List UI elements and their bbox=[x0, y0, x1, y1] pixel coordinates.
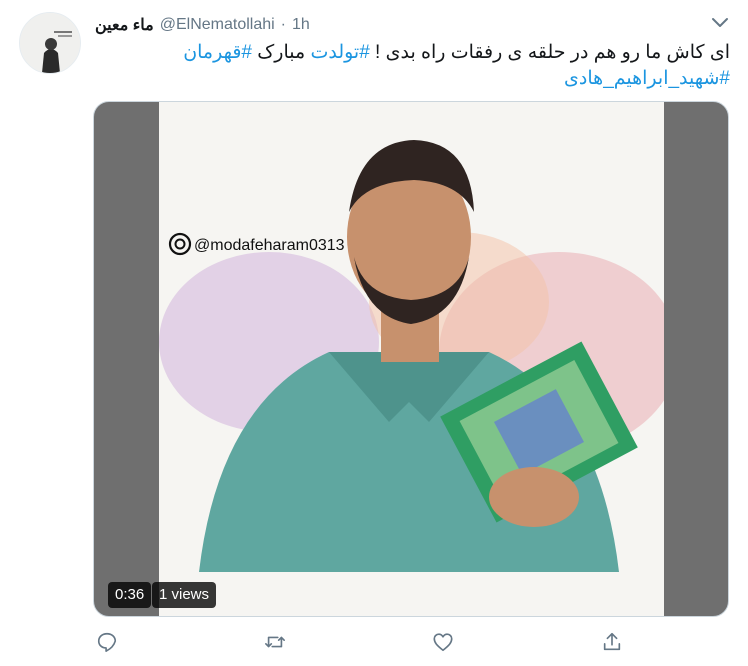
user-handle[interactable]: @ElNematollahi bbox=[160, 16, 275, 34]
watermark-text: @modafeharam0313 bbox=[194, 237, 345, 254]
video-duration-badge: 0:36 bbox=[108, 582, 152, 608]
tweet-text: ای کاش ما رو هم در حلقه ی رفقات راه بدی … bbox=[95, 40, 730, 92]
chevron-down-icon bbox=[712, 18, 728, 27]
share-button[interactable] bbox=[598, 628, 626, 656]
retweet-button[interactable] bbox=[261, 628, 289, 656]
timestamp[interactable]: 1h bbox=[292, 16, 310, 34]
avatar-image bbox=[20, 13, 80, 73]
hashtag-link[interactable]: #تولدت bbox=[310, 42, 369, 63]
reply-button[interactable] bbox=[93, 628, 121, 656]
share-icon bbox=[603, 632, 621, 651]
tweet-text-line-2: #شهید_ابراهیم_هادی bbox=[95, 66, 730, 92]
view-count-badge: 1 views bbox=[152, 582, 217, 608]
reply-icon bbox=[97, 632, 117, 652]
hashtag-link[interactable]: #قهرمان bbox=[183, 42, 252, 63]
separator-dot: · bbox=[280, 16, 286, 33]
hashtag-link[interactable]: #شهید_ابراهیم_هادی bbox=[564, 68, 730, 89]
display-name[interactable]: ماء معین bbox=[95, 15, 154, 35]
more-options-button[interactable] bbox=[708, 12, 732, 32]
tweet-actions bbox=[93, 628, 633, 656]
like-icon bbox=[433, 633, 453, 652]
like-button[interactable] bbox=[429, 628, 457, 656]
tweet-text-segment: ای کاش ما رو هم در حلقه ی رفقات راه بدی … bbox=[369, 42, 730, 63]
tweet-header: ماء معین @ElNematollahi · 1h bbox=[95, 14, 310, 36]
video-player[interactable]: @modafeharam0313 0:36 1 views bbox=[93, 101, 729, 617]
tweet-text-segment: مبارک bbox=[252, 42, 311, 63]
video-thumbnail: @modafeharam0313 bbox=[159, 140, 679, 572]
tweet-text-line-1: ای کاش ما رو هم در حلقه ی رفقات راه بدی … bbox=[95, 40, 730, 66]
video-frame: @modafeharam0313 bbox=[159, 102, 679, 616]
retweet-icon bbox=[265, 636, 285, 648]
avatar[interactable] bbox=[19, 12, 81, 74]
